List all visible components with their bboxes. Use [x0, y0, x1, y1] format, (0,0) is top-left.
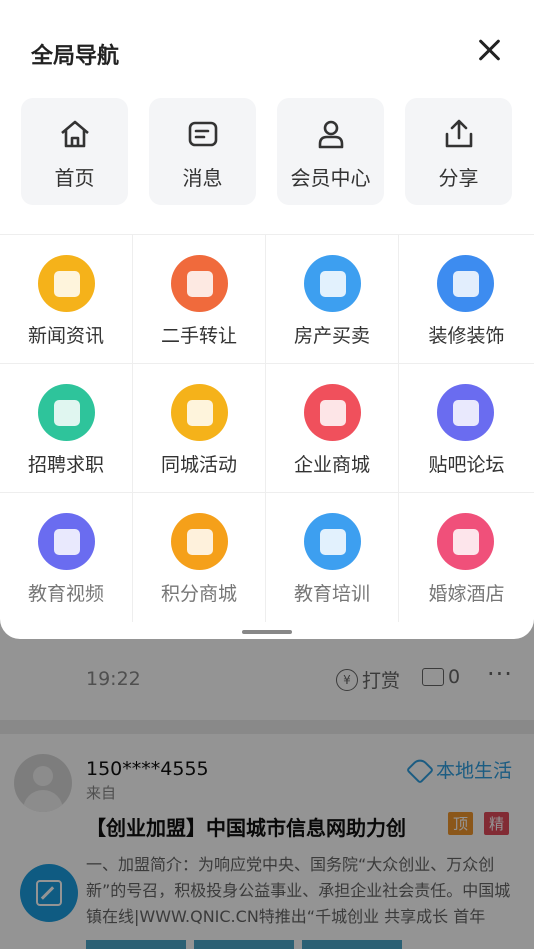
quick-messages[interactable]: 消息 [149, 98, 256, 205]
app-label: 教育培训 [293, 583, 370, 605]
close-icon[interactable] [476, 36, 504, 64]
app-label: 招聘求职 [27, 454, 104, 476]
gift-icon [171, 384, 228, 441]
recruit-icon [38, 384, 95, 441]
app-points-mall[interactable]: 积分商城 [133, 493, 266, 622]
app-real-estate[interactable]: 房产买卖 [266, 235, 399, 364]
quick-share[interactable]: 分享 [405, 98, 512, 205]
quick-member-center[interactable]: 会员中心 [277, 98, 384, 205]
shopping-bag-icon [304, 384, 361, 441]
video-icon [38, 513, 95, 570]
quick-label: 会员中心 [290, 166, 371, 190]
app-forum[interactable]: 贴吧论坛 [399, 364, 534, 493]
app-edu-video[interactable]: 教育视频 [0, 493, 133, 622]
graduation-cap-icon [304, 513, 361, 570]
quick-actions: 首页 消息 会员中心 分享 [21, 98, 512, 205]
forum-icon [437, 384, 494, 441]
app-label: 婚嫁酒店 [428, 583, 505, 605]
app-wedding-hotel[interactable]: 婚嫁酒店 [399, 493, 534, 622]
quick-label: 消息 [182, 166, 223, 190]
app-news[interactable]: 新闻资讯 [0, 235, 133, 364]
user-icon [318, 120, 344, 149]
app-recruit[interactable]: 招聘求职 [0, 364, 133, 493]
drag-handle[interactable] [242, 630, 292, 634]
paint-roller-icon [437, 255, 494, 312]
hotel-icon [437, 513, 494, 570]
global-navigation-sheet: 全局导航 首页 消息 会员中心 分享 新闻资讯 二手转让 房产买卖 装修装饰 招… [0, 0, 534, 639]
secondhand-icon [171, 255, 228, 312]
app-label: 积分商城 [160, 583, 237, 605]
app-label: 教育视频 [27, 583, 104, 605]
news-icon [38, 255, 95, 312]
home-icon [61, 120, 89, 148]
app-training[interactable]: 教育培训 [266, 493, 399, 622]
building-icon [304, 255, 361, 312]
medal-icon [171, 513, 228, 570]
app-label: 贴吧论坛 [428, 454, 505, 476]
app-label: 装修装饰 [428, 325, 505, 347]
app-grid: 新闻资讯 二手转让 房产买卖 装修装饰 招聘求职 同城活动 企业商城 贴吧论坛 … [0, 234, 534, 622]
app-mall[interactable]: 企业商城 [266, 364, 399, 493]
app-decoration[interactable]: 装修装饰 [399, 235, 534, 364]
app-label: 房产买卖 [293, 325, 370, 347]
app-secondhand[interactable]: 二手转让 [133, 235, 266, 364]
app-label: 新闻资讯 [27, 325, 104, 347]
message-icon [188, 121, 218, 147]
app-label: 二手转让 [160, 325, 237, 347]
app-label: 企业商城 [293, 454, 370, 476]
quick-home[interactable]: 首页 [21, 98, 128, 205]
sheet-title: 全局导航 [31, 44, 120, 69]
app-label: 同城活动 [160, 454, 237, 476]
quick-label: 分享 [438, 166, 479, 190]
app-events[interactable]: 同城活动 [133, 364, 266, 493]
quick-label: 首页 [54, 166, 95, 190]
share-icon [445, 119, 473, 148]
